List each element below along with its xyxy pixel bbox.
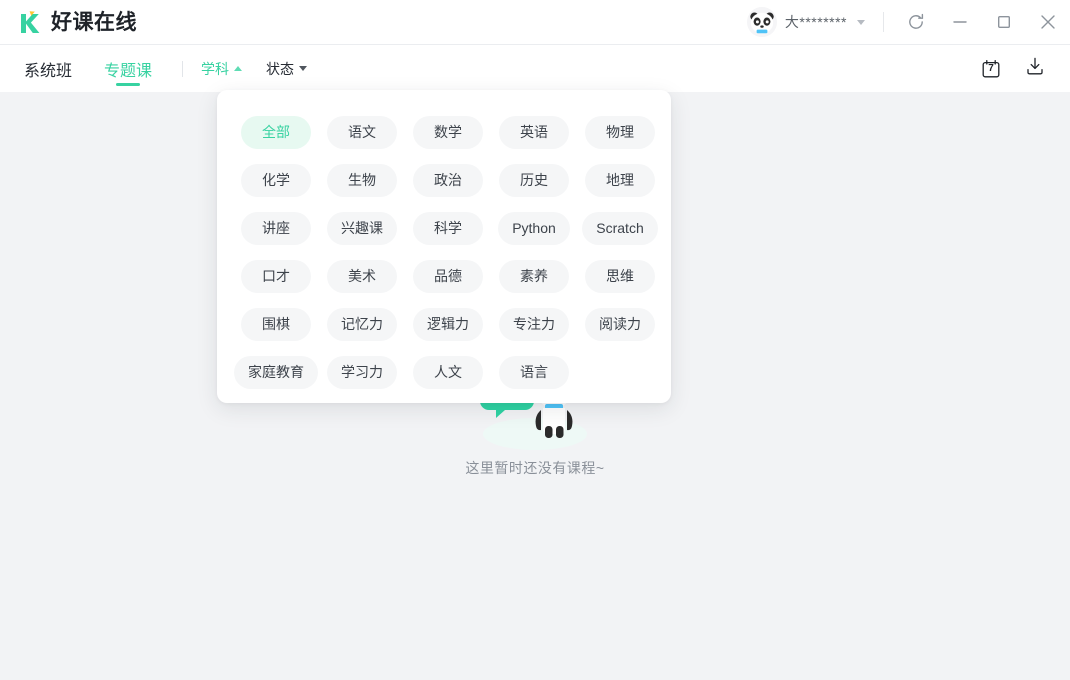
minimize-button[interactable]	[938, 0, 982, 45]
title-bar-right: 大********	[746, 0, 1070, 45]
subject-tag[interactable]: 讲座	[241, 211, 311, 245]
maximize-button[interactable]	[982, 0, 1026, 45]
close-button[interactable]	[1026, 0, 1070, 45]
subject-tag[interactable]: 地理	[585, 163, 655, 197]
subject-tag[interactable]: 语言	[499, 355, 569, 389]
brand-name: 好课在线	[51, 10, 137, 34]
subject-tag[interactable]: 学习力	[327, 355, 397, 389]
nav-divider	[182, 60, 184, 77]
tab-system-class[interactable]: 系统班	[16, 45, 80, 92]
subject-tag[interactable]: 品德	[413, 259, 483, 293]
nav-right-group: 7	[974, 52, 1070, 86]
subject-tag[interactable]: 兴趣课	[327, 211, 397, 245]
user-menu[interactable]: 大********	[746, 7, 881, 37]
download-button[interactable]	[1018, 52, 1052, 86]
subject-tag[interactable]: 化学	[241, 163, 311, 197]
chevron-down-icon	[857, 19, 865, 25]
filter-status[interactable]: 状态	[266, 59, 308, 79]
subject-tag[interactable]: 逻辑力	[413, 307, 483, 341]
subject-filter-dropdown: 全部 语文 数学 英语 物理化学 生物 政治 历史 地理讲座 兴趣课 科学 Python Scratch…	[217, 90, 671, 403]
refresh-button[interactable]	[894, 0, 938, 45]
panda-avatar-icon	[746, 7, 777, 37]
subject-tag[interactable]: 阅读力	[585, 307, 655, 341]
subject-tag[interactable]: 思维	[585, 259, 655, 293]
subject-tag[interactable]: 记忆力	[327, 307, 397, 341]
nav-bar: 系统班 专题课 学科 状态 7	[0, 45, 1070, 106]
caret-down-icon	[299, 66, 308, 71]
empty-state-message: 这里暂时还没有课程~	[465, 460, 605, 476]
tab-topic-course[interactable]: 专题课	[96, 45, 160, 92]
subject-tag[interactable]: 专注力	[499, 307, 569, 341]
titlebar-divider	[883, 12, 884, 32]
refresh-icon	[906, 12, 926, 32]
subject-tag[interactable]: 数学	[413, 115, 483, 149]
subject-tag[interactable]: 历史	[499, 163, 569, 197]
subject-tag[interactable]: Python	[498, 211, 570, 245]
close-icon	[1037, 11, 1059, 33]
subject-tag[interactable]: 英语	[499, 115, 569, 149]
nav-left-group: 系统班 专题课 学科 状态	[0, 45, 331, 92]
k-logo-icon	[17, 9, 43, 35]
app-window: 好课在线 大******** 系统班 专题课 学科 状态 7 这里暂时还没有课程…	[0, 0, 1070, 680]
subject-tag[interactable]: 人文	[413, 355, 483, 389]
subject-tag[interactable]: Scratch	[582, 211, 658, 245]
subject-tag[interactable]: 全部	[241, 115, 311, 149]
filter-subject-label: 学科	[201, 60, 230, 77]
subject-tag[interactable]: 美术	[327, 259, 397, 293]
subject-tag[interactable]: 物理	[585, 115, 655, 149]
tab-system-class-label: 系统班	[24, 62, 73, 80]
subject-tag[interactable]: 围棋	[241, 307, 311, 341]
subject-tag[interactable]: 语文	[327, 115, 397, 149]
subject-tag[interactable]: 口才	[241, 259, 311, 293]
subject-tag[interactable]: 科学	[413, 211, 483, 245]
subject-tag[interactable]: 政治	[413, 163, 483, 197]
minimize-icon	[950, 12, 970, 32]
brand-logo: 好课在线	[17, 9, 137, 35]
download-icon	[1024, 55, 1046, 82]
title-bar: 好课在线 大********	[0, 0, 1070, 45]
subject-tag-grid: 全部 语文 数学 英语 物理化学 生物 政治 历史 地理讲座 兴趣课 科学 Python Scratch…	[233, 108, 658, 396]
username-label: 大********	[784, 14, 847, 30]
subject-tag[interactable]: 生物	[327, 163, 397, 197]
calendar-button[interactable]: 7	[974, 52, 1008, 86]
filter-subject[interactable]: 学科	[201, 59, 243, 79]
caret-up-icon	[234, 66, 243, 71]
subject-tag[interactable]: 素养	[499, 259, 569, 293]
tab-topic-course-label: 专题课	[104, 62, 153, 80]
filter-status-label: 状态	[266, 60, 295, 77]
subject-tag[interactable]: 家庭教育	[234, 355, 318, 389]
maximize-icon	[994, 12, 1014, 32]
calendar-icon: 7	[974, 52, 1008, 86]
